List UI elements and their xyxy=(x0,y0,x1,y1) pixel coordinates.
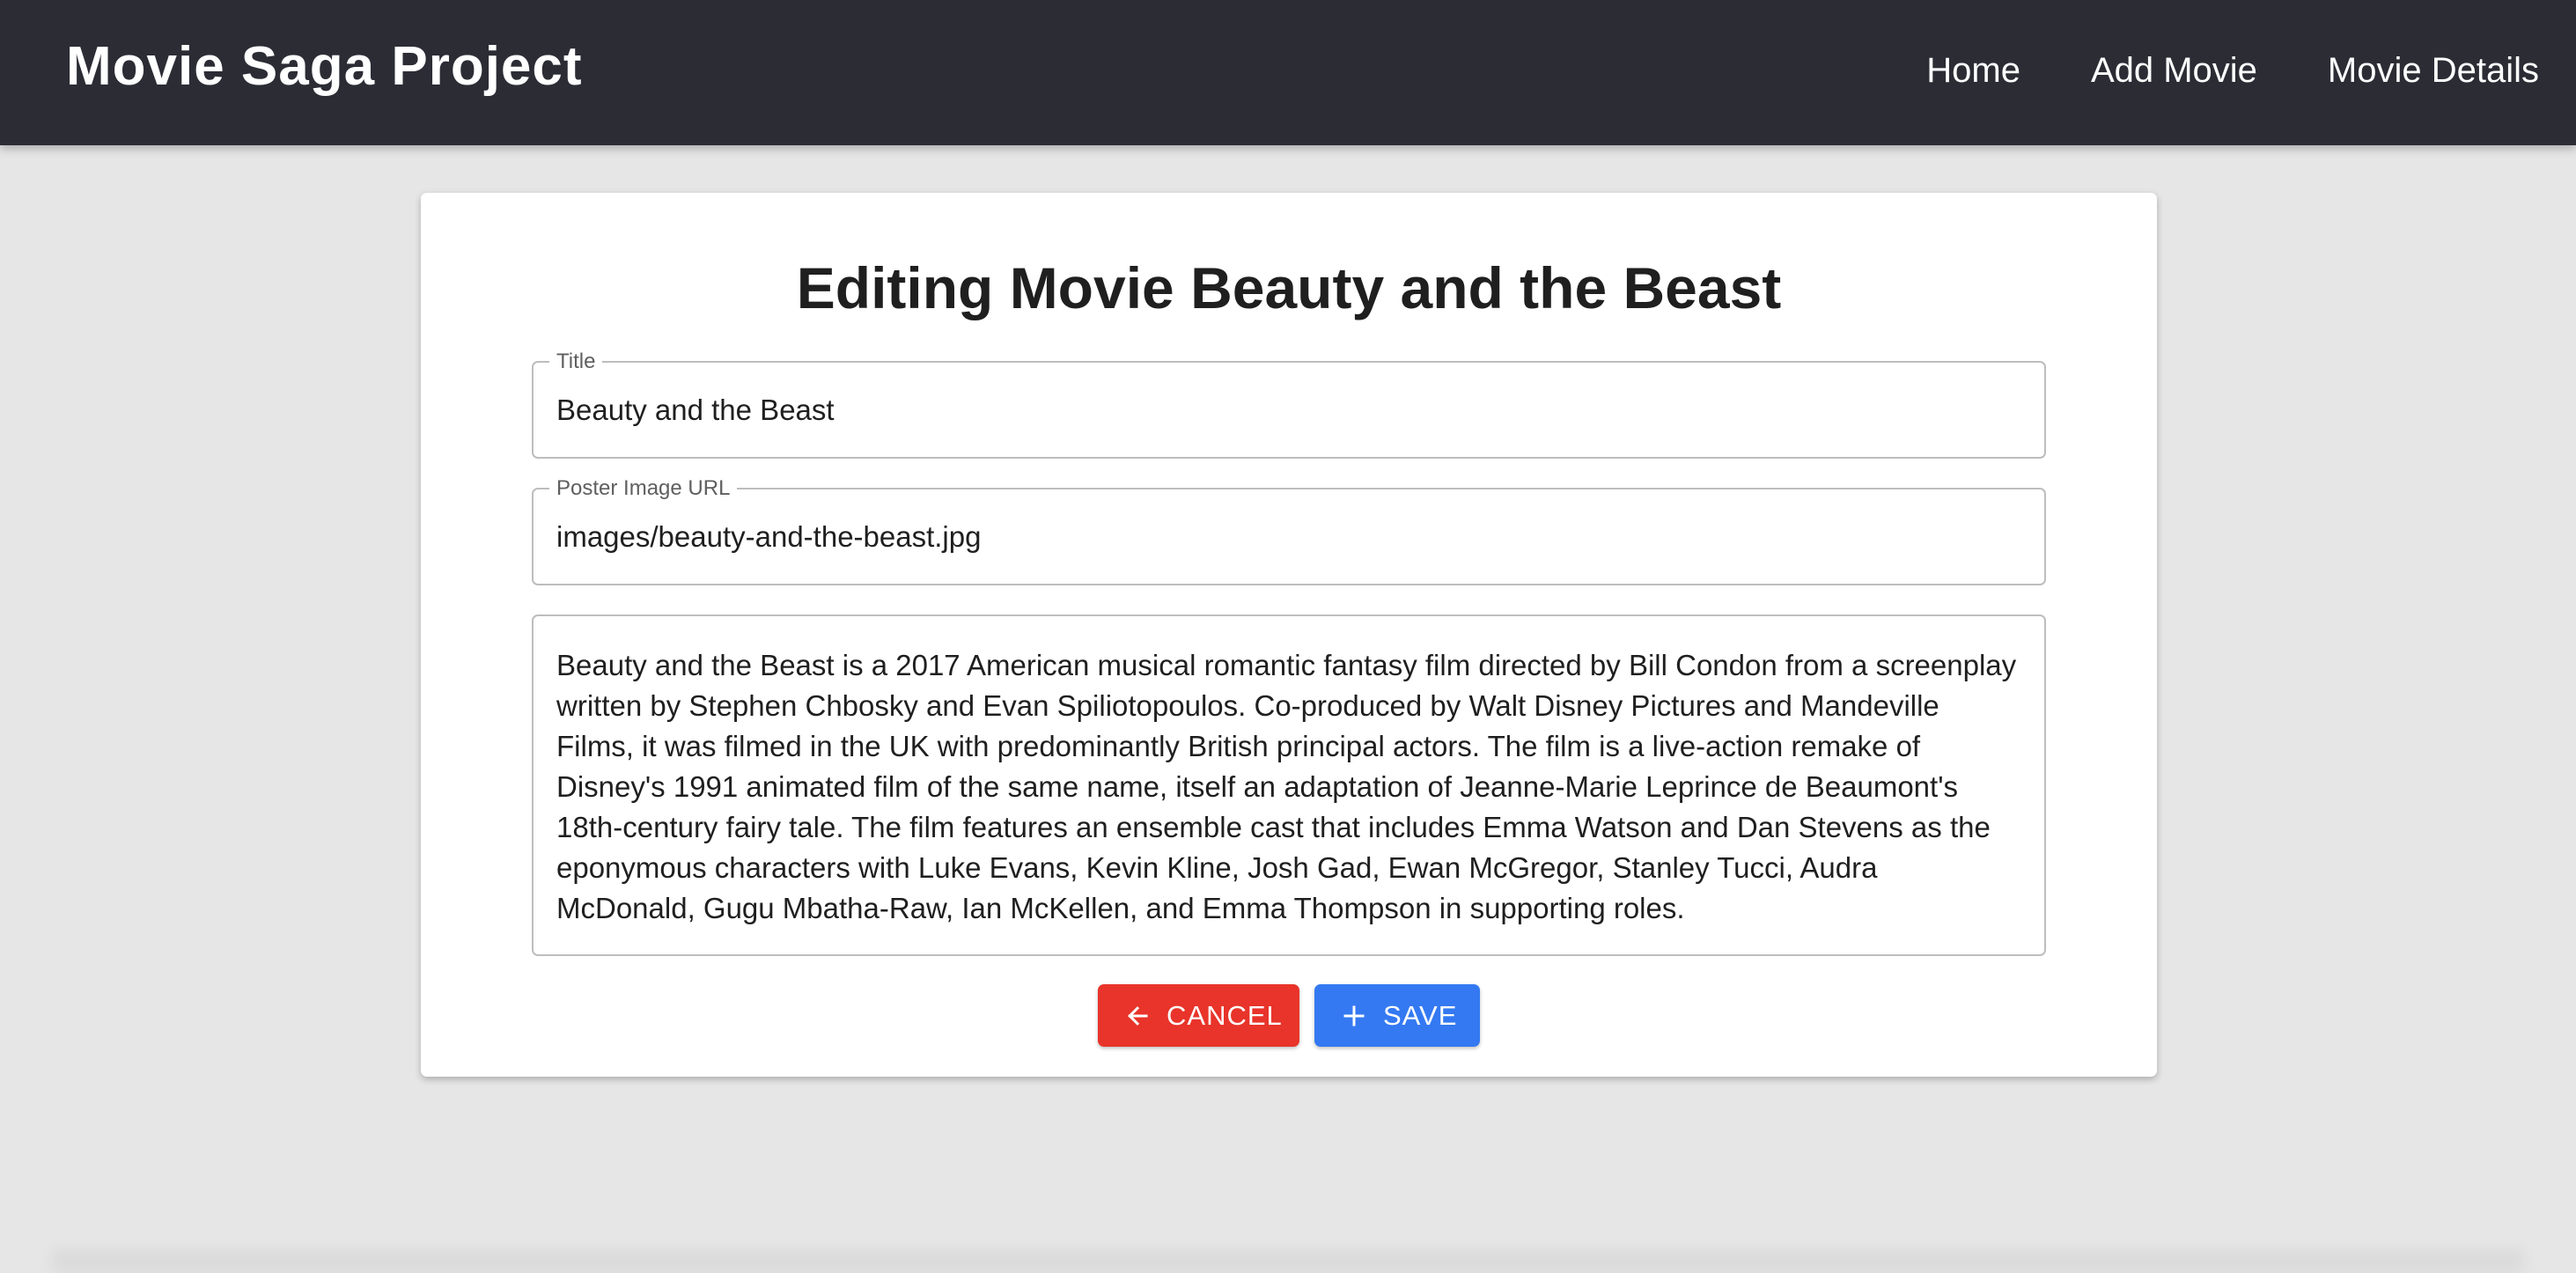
nav-links: Home Add Movie Movie Details xyxy=(1926,51,2539,91)
bottom-shadow xyxy=(53,1250,2523,1273)
page-title: Editing Movie Beauty and the Beast xyxy=(796,255,1782,320)
description-textarea[interactable]: Beauty and the Beast is a 2017 American … xyxy=(556,645,2022,936)
plus-icon xyxy=(1341,1003,1367,1029)
title-field: Title xyxy=(532,350,2046,459)
save-button[interactable]: SAVE xyxy=(1314,984,1480,1047)
nav-item-movie-details[interactable]: Movie Details xyxy=(2328,51,2539,91)
cancel-button-label: CANCEL xyxy=(1167,999,1283,1031)
title-input[interactable] xyxy=(556,363,2018,457)
cancel-button[interactable]: CANCEL xyxy=(1098,984,1299,1047)
poster-url-field: Poster Image URL xyxy=(532,477,2046,585)
description-field: Beauty and the Beast is a 2017 American … xyxy=(532,614,2046,956)
nav-item-home[interactable]: Home xyxy=(1926,51,2020,91)
poster-url-input[interactable] xyxy=(556,489,2018,584)
navbar: Movie Saga Project Home Add Movie Movie … xyxy=(0,0,2576,145)
form-actions: CANCEL SAVE xyxy=(421,984,2157,1047)
save-button-label: SAVE xyxy=(1383,999,1458,1031)
nav-item-add-movie[interactable]: Add Movie xyxy=(2091,51,2257,91)
brand-title[interactable]: Movie Saga Project xyxy=(66,35,583,98)
edit-movie-card: Editing Movie Beauty and the Beast Title… xyxy=(421,193,2157,1077)
arrow-left-icon xyxy=(1124,1003,1151,1029)
